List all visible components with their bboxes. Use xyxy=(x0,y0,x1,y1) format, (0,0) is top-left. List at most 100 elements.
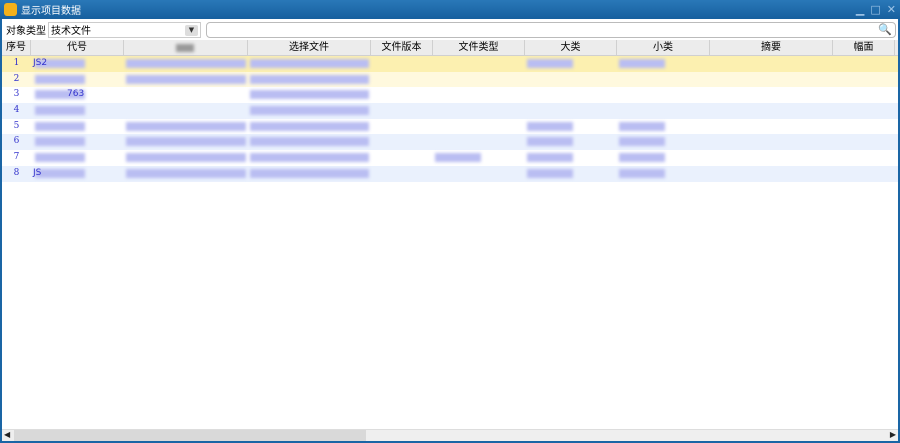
window-title: 显示项目数据 xyxy=(21,6,81,17)
table-row[interactable]: 7 xyxy=(2,150,898,166)
table-cell xyxy=(248,103,371,119)
table-cell: JS2 xyxy=(31,56,124,72)
object-type-select[interactable]: 技术文件 ▼ xyxy=(48,21,201,38)
redacted-text xyxy=(527,121,573,131)
redacted-text xyxy=(619,59,665,68)
table-row[interactable]: 4 xyxy=(2,103,898,119)
table-cell xyxy=(371,150,433,166)
table-cell xyxy=(371,72,433,88)
table-cell xyxy=(124,119,248,135)
redacted-text xyxy=(527,153,573,163)
table-cell xyxy=(833,134,895,150)
column-header[interactable] xyxy=(124,40,248,55)
table-cell: 5 xyxy=(13,120,20,131)
redacted-text xyxy=(250,74,369,84)
redacted-text xyxy=(35,121,85,131)
table-cell xyxy=(371,119,433,135)
table-cell xyxy=(248,56,371,72)
column-header[interactable]: 幅面 xyxy=(833,40,895,55)
table-cell: 3 xyxy=(13,89,20,100)
table-cell xyxy=(833,119,895,135)
table-cell xyxy=(710,166,833,182)
table-row[interactable]: 8 JS xyxy=(2,165,898,182)
table-cell xyxy=(617,119,710,135)
app-logo-icon xyxy=(4,3,17,16)
table-cell: 2 xyxy=(13,73,20,84)
table-cell xyxy=(248,150,371,166)
table-cell: 7 xyxy=(13,152,20,163)
table-cell xyxy=(710,56,833,72)
table-cell: 763 xyxy=(31,87,124,103)
table-cell xyxy=(433,72,525,88)
minimize-button[interactable]: ▁ xyxy=(856,3,864,16)
redacted-text xyxy=(35,106,85,116)
chevron-down-icon[interactable]: ▼ xyxy=(185,24,198,36)
table-row[interactable]: 6 xyxy=(2,134,898,151)
table-row[interactable]: 5 xyxy=(2,118,898,135)
table-cell xyxy=(617,87,710,103)
table-cell xyxy=(525,119,617,135)
redacted-text xyxy=(126,59,246,68)
table-cell xyxy=(525,56,617,72)
redacted-text xyxy=(619,168,665,178)
table-cell xyxy=(433,87,525,103)
table-cell xyxy=(124,103,248,119)
table-cell xyxy=(617,56,710,72)
redacted-text xyxy=(126,168,246,178)
object-type-value: 技术文件 xyxy=(51,26,91,37)
table-cell xyxy=(248,166,371,182)
table-cell xyxy=(124,150,248,166)
table-cell xyxy=(31,134,124,150)
column-header[interactable]: 大类 xyxy=(525,40,617,55)
table-cell xyxy=(617,150,710,166)
column-header[interactable]: 摘要 xyxy=(710,40,833,55)
table-row[interactable]: 2 xyxy=(2,71,898,88)
scroll-left-icon[interactable]: ◀ xyxy=(4,430,10,439)
table-cell xyxy=(710,150,833,166)
table-cell xyxy=(525,72,617,88)
table-cell xyxy=(371,56,433,72)
table-cell xyxy=(124,72,248,88)
table-cell xyxy=(248,72,371,88)
table-cell xyxy=(433,134,525,150)
maximize-button[interactable]: □ xyxy=(870,3,880,16)
horizontal-scrollbar[interactable]: ◀ ▶ xyxy=(2,429,898,441)
table-cell xyxy=(31,103,124,119)
table-row[interactable]: 1 JS2 xyxy=(2,56,898,72)
scroll-right-icon[interactable]: ▶ xyxy=(890,430,896,439)
code-text: JS2 xyxy=(33,58,48,68)
column-header[interactable]: 小类 xyxy=(617,40,710,55)
table-cell xyxy=(248,87,371,103)
table-cell xyxy=(833,150,895,166)
redacted-text xyxy=(527,168,573,178)
search-icon[interactable]: 🔍 xyxy=(878,23,892,36)
table-cell xyxy=(833,56,895,72)
table-row[interactable]: 3 763 xyxy=(2,87,898,104)
column-header[interactable]: 序号 xyxy=(2,40,31,55)
redacted-text xyxy=(250,153,369,163)
table-cell xyxy=(31,119,124,135)
table-cell xyxy=(617,166,710,182)
code-text: JS xyxy=(33,167,42,178)
table-cell xyxy=(433,150,525,166)
table-cell xyxy=(833,166,895,182)
column-header[interactable]: 选择文件 xyxy=(248,40,371,55)
table-cell xyxy=(833,103,895,119)
column-header[interactable]: 文件版本 xyxy=(371,40,433,55)
close-button[interactable]: ✕ xyxy=(887,3,896,16)
redacted-text xyxy=(126,153,246,163)
table-cell xyxy=(371,166,433,182)
column-header[interactable]: 文件类型 xyxy=(433,40,525,55)
search-input[interactable]: 🔍 xyxy=(206,21,896,38)
table-cell xyxy=(248,134,371,150)
redacted-text xyxy=(250,168,369,178)
table-cell xyxy=(710,87,833,103)
scrollbar-thumb[interactable] xyxy=(14,430,366,441)
redacted-text xyxy=(250,137,369,147)
redacted-text xyxy=(619,137,665,147)
redacted-text xyxy=(35,137,85,147)
column-header[interactable]: 代号 xyxy=(31,40,124,55)
redacted-text xyxy=(126,74,246,84)
redacted-text xyxy=(35,153,85,163)
table-cell xyxy=(525,134,617,150)
